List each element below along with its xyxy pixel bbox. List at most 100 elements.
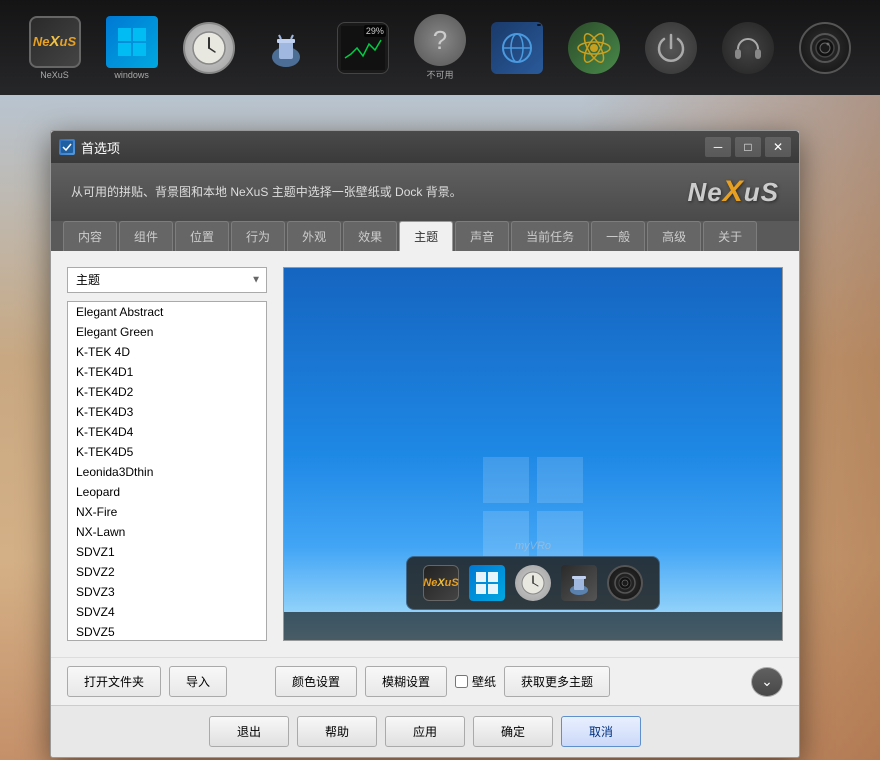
- blur-settings-button[interactable]: 模糊设置: [365, 666, 447, 697]
- list-item[interactable]: K-TEK4D3: [68, 402, 266, 422]
- tab-effect[interactable]: 效果: [343, 221, 397, 251]
- list-item[interactable]: SDVZ1: [68, 542, 266, 562]
- dock-bar: NeXuS NeXuS windows: [0, 0, 880, 95]
- tab-content[interactable]: 内容: [63, 221, 117, 251]
- theme-preview-panel: ⊞ Winstep Software Technologies: [283, 267, 783, 641]
- list-item[interactable]: SDVZ2: [68, 562, 266, 582]
- preview-taskbar: [284, 612, 782, 640]
- theme-dropdown[interactable]: 主题: [67, 267, 267, 293]
- power-icon: [645, 22, 697, 74]
- dock-item-power[interactable]: [637, 13, 706, 83]
- import-button[interactable]: 导入: [169, 666, 227, 697]
- tab-position[interactable]: 位置: [175, 221, 229, 251]
- right-action-buttons: 颜色设置 模糊设置 壁纸 获取更多主题 ⌄: [275, 666, 783, 697]
- minimize-button[interactable]: ─: [705, 137, 731, 157]
- dock-item-atom[interactable]: [560, 13, 629, 83]
- preferences-dialog: 首选项 ─ □ ✕ 从可用的拼贴、背景图和本地 NeXuS 主题中选择一张壁纸或…: [50, 130, 800, 758]
- get-more-themes-button[interactable]: 获取更多主题: [504, 666, 610, 697]
- theme-preview-area: ⊞ Winstep Software Technologies: [283, 267, 783, 641]
- dialog-header: 从可用的拼贴、背景图和本地 NeXuS 主题中选择一张壁纸或 Dock 背景。 …: [51, 163, 799, 221]
- list-item[interactable]: Leopard: [68, 482, 266, 502]
- dock-item-question[interactable]: ? 不可用: [405, 13, 474, 83]
- maximize-button[interactable]: □: [735, 137, 761, 157]
- left-action-buttons: 打开文件夹 导入: [67, 666, 267, 697]
- tab-appearance[interactable]: 外观: [287, 221, 341, 251]
- windows-icon: [106, 16, 158, 68]
- preview-dock: NeXuS: [406, 556, 660, 610]
- dialog-title-text: 首选项: [81, 138, 705, 157]
- more-options-button[interactable]: ⌄: [751, 667, 783, 697]
- desktop: NeXuS NeXuS windows: [0, 0, 880, 760]
- tab-current-task[interactable]: 当前任务: [511, 221, 589, 251]
- ok-button[interactable]: 确定: [473, 716, 553, 747]
- list-item[interactable]: K-TEK4D2: [68, 382, 266, 402]
- dock-label-nexus: NeXuS: [40, 70, 69, 80]
- tab-behavior[interactable]: 行为: [231, 221, 285, 251]
- dialog-header-text: 从可用的拼贴、背景图和本地 NeXuS 主题中选择一张壁纸或 Dock 背景。: [71, 183, 462, 201]
- list-item[interactable]: K-TEK4D4: [68, 422, 266, 442]
- tab-sound[interactable]: 声音: [455, 221, 509, 251]
- nexus-logo: NeXuS: [688, 175, 780, 209]
- dock-item-cpu[interactable]: 29%: [328, 13, 397, 83]
- exit-button[interactable]: 退出: [209, 716, 289, 747]
- list-item[interactable]: SDVZ5: [68, 622, 266, 641]
- dialog-title-icon: [59, 139, 75, 155]
- dock-item-windows[interactable]: windows: [97, 13, 166, 83]
- preview-nexus-watermark: myVRo: [515, 540, 551, 552]
- apply-button[interactable]: 应用: [385, 716, 465, 747]
- cpu-monitor-icon: 29%: [337, 22, 389, 74]
- tab-component[interactable]: 组件: [119, 221, 173, 251]
- list-item[interactable]: Leonida3Dthin: [68, 462, 266, 482]
- dock-item-recycle[interactable]: [251, 13, 320, 83]
- atom-icon: [568, 22, 620, 74]
- clock-icon: [183, 22, 235, 74]
- tab-advanced[interactable]: 高级: [647, 221, 701, 251]
- preview-dock-camera: [607, 565, 643, 601]
- list-item[interactable]: K-TEK4D1: [68, 362, 266, 382]
- tab-general[interactable]: 一般: [591, 221, 645, 251]
- wallpaper-label[interactable]: 壁纸: [472, 673, 496, 690]
- dialog-body: 主题 ▼ Elegant Abstract Elegant Green K-TE…: [51, 251, 799, 657]
- list-item[interactable]: SDVZ3: [68, 582, 266, 602]
- preview-dock-nexus: NeXuS: [423, 565, 459, 601]
- nexus-dock-icon: NeXuS: [29, 16, 81, 68]
- list-item[interactable]: Elegant Abstract: [68, 302, 266, 322]
- dialog-titlebar: 首选项 ─ □ ✕: [51, 131, 799, 163]
- list-item[interactable]: K-TEK4D5: [68, 442, 266, 462]
- list-item[interactable]: K-TEK 4D: [68, 342, 266, 362]
- list-item[interactable]: NX-Fire: [68, 502, 266, 522]
- help-button[interactable]: 帮助: [297, 716, 377, 747]
- headphone-icon: [722, 22, 774, 74]
- wallpaper-checkbox-wrapper: 壁纸: [455, 673, 496, 690]
- list-item[interactable]: SDVZ4: [68, 602, 266, 622]
- theme-list[interactable]: Elegant Abstract Elegant Green K-TEK 4D …: [67, 301, 267, 641]
- dock-item-camera[interactable]: [791, 13, 860, 83]
- preview-dock-windows: [469, 565, 505, 601]
- dialog-footer: 退出 帮助 应用 确定 取消: [51, 705, 799, 757]
- dock-item-headphone[interactable]: [714, 13, 783, 83]
- theme-dropdown-wrapper: 主题 ▼: [67, 267, 267, 293]
- dock-label-question: 不可用: [426, 68, 453, 81]
- recycle-icon: [260, 22, 312, 74]
- close-button[interactable]: ✕: [765, 137, 791, 157]
- list-item[interactable]: Elegant Green: [68, 322, 266, 342]
- color-settings-button[interactable]: 颜色设置: [275, 666, 357, 697]
- cancel-button[interactable]: 取消: [561, 716, 641, 747]
- tab-theme[interactable]: 主题: [399, 221, 453, 251]
- dialog-tabs: 内容 组件 位置 行为 外观 效果 主题 声音 当前任务 一般 高级 关于: [51, 221, 799, 251]
- dock-item-network[interactable]: [483, 13, 552, 83]
- wallpaper-checkbox[interactable]: [455, 675, 468, 688]
- tab-about[interactable]: 关于: [703, 221, 757, 251]
- open-folder-button[interactable]: 打开文件夹: [67, 666, 161, 697]
- dock-label-windows: windows: [114, 70, 149, 80]
- network-icon: [491, 22, 543, 74]
- dock-item-clock[interactable]: [174, 13, 243, 83]
- theme-left-panel: 主题 ▼ Elegant Abstract Elegant Green K-TE…: [67, 267, 267, 641]
- preview-dock-recycle: [561, 565, 597, 601]
- preview-desktop: myVRo NeXuS: [284, 268, 782, 640]
- dialog-actions: 打开文件夹 导入 颜色设置 模糊设置 壁纸 获取更多主题 ⌄: [51, 657, 799, 705]
- list-item[interactable]: NX-Lawn: [68, 522, 266, 542]
- dock-item-nexus[interactable]: NeXuS NeXuS: [20, 13, 89, 83]
- question-icon: ?: [414, 14, 466, 66]
- dialog-controls: ─ □ ✕: [705, 137, 791, 157]
